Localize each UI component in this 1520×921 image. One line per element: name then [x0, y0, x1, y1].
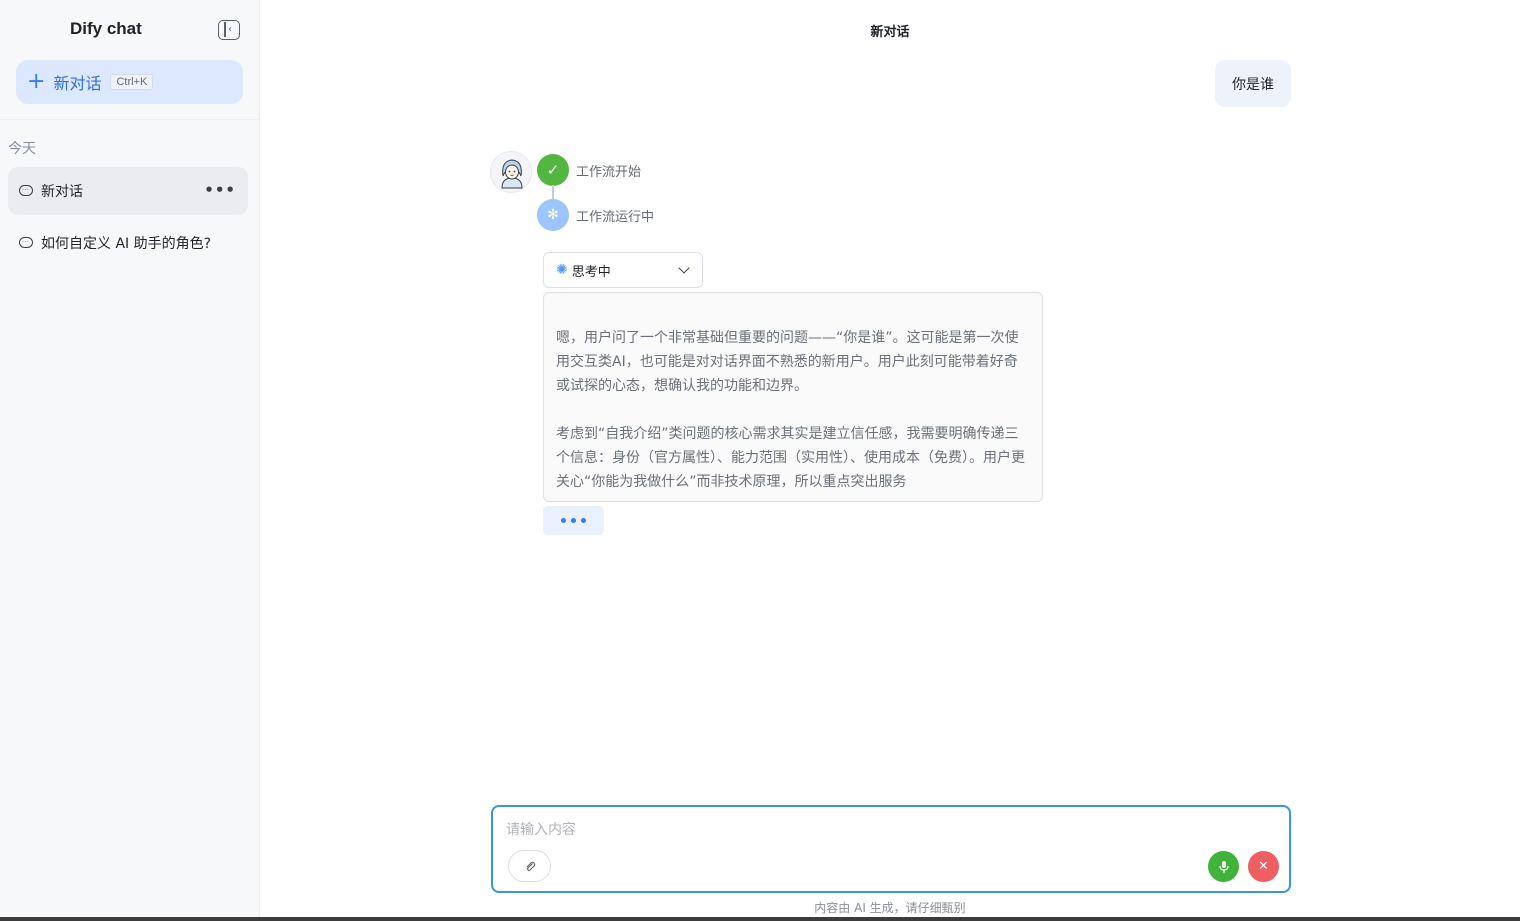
message-composer: ✕: [491, 805, 1291, 893]
workflow-step-start: ✓ 工作流开始: [537, 154, 641, 186]
microphone-icon: [1218, 860, 1229, 873]
stop-generation-button[interactable]: ✕: [1248, 851, 1279, 882]
thinking-paragraph: 考虑到“自我介绍”类问题的核心需求其实是建立信任感，我需要明确传递三个信息：身份…: [556, 426, 1025, 490]
response-loading-indicator: [543, 506, 604, 535]
check-icon: ✓: [537, 154, 569, 186]
chevron-down-icon: [678, 262, 690, 274]
new-chat-label: 新对话: [53, 74, 102, 93]
app-title: Dify chat: [70, 19, 142, 38]
page-title: 新对话: [870, 25, 910, 40]
thinking-content: 嗯，用户问了一个非常基础但重要的问题——“你是谁”。这可能是第一次使用交互类AI…: [543, 292, 1043, 502]
loading-spinner-icon: ✻: [537, 199, 569, 231]
attach-file-button[interactable]: [508, 850, 551, 882]
paperclip-icon: [526, 861, 535, 871]
plus-icon: +: [27, 69, 46, 94]
chat-main: 新对话 你是谁 ✓ 工作流开始 ✻ 工作流运行中 ✺ 思考中 嗯，用户问了一个非…: [260, 0, 1520, 921]
close-icon: ✕: [1258, 859, 1269, 874]
collapse-bar-shape: [224, 22, 226, 37]
window-bottom-edge: [0, 917, 1520, 921]
workflow-step-label: 工作流开始: [576, 164, 642, 180]
message-input[interactable]: [506, 819, 1266, 841]
more-icon[interactable]: •••: [204, 181, 236, 199]
sidebar-divider: [0, 119, 259, 120]
conversation-title: 如何自定义 AI 助手的角色?: [41, 236, 212, 252]
sidebar-header: Dify chat ‹: [0, 0, 259, 60]
conversation-item[interactable]: ··· 如何自定义 AI 助手的角色?: [8, 219, 248, 267]
sidebar: Dify chat ‹ + 新对话 Ctrl+K 今天 ··· 新对话 ••• …: [0, 0, 260, 921]
new-chat-button[interactable]: + 新对话 Ctrl+K: [16, 60, 243, 104]
loading-spinner-icon: ✺: [556, 262, 568, 278]
app-root: Dify chat ‹ + 新对话 Ctrl+K 今天 ··· 新对话 ••• …: [0, 0, 1520, 921]
conversation-item-active[interactable]: ··· 新对话 •••: [8, 167, 248, 215]
thinking-label: 思考中: [571, 264, 611, 280]
thinking-toggle[interactable]: ✺ 思考中: [543, 252, 703, 288]
ai-disclaimer: 内容由 AI 生成，请仔细甄别: [814, 901, 966, 915]
conversation-title: 新对话: [41, 184, 83, 200]
workflow-step-running: ✻ 工作流运行中: [537, 199, 654, 231]
chat-bubble-icon: ···: [19, 236, 33, 250]
voice-input-button[interactable]: [1208, 851, 1239, 882]
collapse-sidebar-icon[interactable]: ‹: [218, 20, 240, 40]
assistant-avatar: [490, 151, 532, 193]
shortcut-badge: Ctrl+K: [110, 74, 154, 90]
user-message-text: 你是谁: [1232, 76, 1274, 93]
collapse-chevron-shape: ‹: [228, 24, 232, 35]
workflow-step-label: 工作流运行中: [576, 209, 655, 225]
user-message-bubble: 你是谁: [1215, 60, 1291, 107]
thinking-paragraph: 嗯，用户问了一个非常基础但重要的问题——“你是谁”。这可能是第一次使用交互类AI…: [556, 330, 1019, 394]
conversation-group-label: 今天: [8, 141, 36, 157]
chat-bubble-icon: ···: [19, 184, 33, 198]
